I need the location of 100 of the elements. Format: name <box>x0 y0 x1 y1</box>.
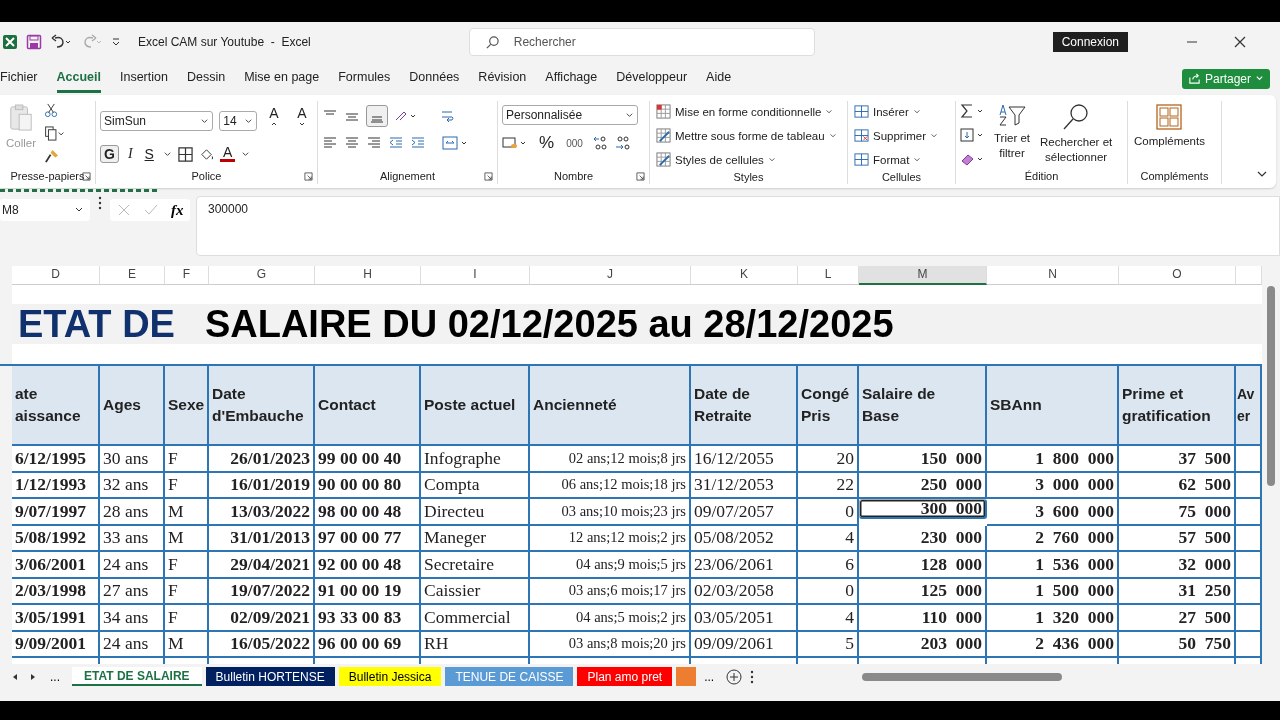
ribbon-tab[interactable]: Développeur <box>616 64 688 93</box>
column-header[interactable]: J <box>530 266 691 285</box>
caret-icon <box>913 155 922 164</box>
table-cell: 300 000 <box>859 499 987 519</box>
dialog-launcher-icon[interactable] <box>636 171 645 181</box>
column-header[interactable]: G <box>209 266 315 285</box>
font-size-dropdown[interactable]: 14 <box>219 111 257 131</box>
column-header[interactable]: H <box>315 266 421 285</box>
name-box[interactable]: M8 <box>0 199 90 221</box>
align-center-icon[interactable] <box>344 135 360 151</box>
dialog-launcher-icon[interactable] <box>82 171 91 181</box>
ribbon-tab[interactable]: Affichage <box>545 64 598 93</box>
caret-icon[interactable] <box>241 149 251 159</box>
sort-filter-button[interactable]: Trier et filtrer <box>992 101 1032 163</box>
caret-icon <box>200 116 210 126</box>
cancel-icon[interactable] <box>116 203 131 217</box>
table-cell: 1 500 000 <box>987 578 1119 605</box>
ribbon-tab[interactable]: Mise en page <box>244 64 320 93</box>
ribbon-tab[interactable]: Révision <box>478 64 527 93</box>
table-cell: 92 00 00 48 <box>315 552 421 579</box>
thousands-separator-button[interactable]: 000 <box>563 137 586 149</box>
scissors-icon[interactable] <box>44 103 60 118</box>
cells-menu-button[interactable]: Insérer <box>852 101 923 122</box>
table-cell: 4 <box>798 525 859 552</box>
check-icon[interactable] <box>143 203 158 217</box>
table-cell: 24 ans <box>100 631 165 658</box>
find-select-button[interactable]: Rechercher et sélectionner <box>1038 101 1115 167</box>
sheet-tab[interactable]: Plan amo pret <box>577 667 673 686</box>
more-sheets-button[interactable]: ... <box>46 669 64 684</box>
save-icon[interactable] <box>26 34 42 50</box>
ribbon-tab[interactable]: Insertion <box>120 64 168 93</box>
font-name-dropdown[interactable]: SimSun <box>100 111 214 131</box>
styles-menu-button[interactable]: Mise en forme conditionnelle <box>654 101 836 122</box>
ribbon-tab[interactable]: Formules <box>338 64 391 93</box>
undo-icon[interactable] <box>50 34 72 50</box>
insert-function-button[interactable]: fx <box>170 201 184 219</box>
increase-indent-icon[interactable] <box>410 135 426 151</box>
table-cell: 26/01/2023 <box>209 446 315 473</box>
table-cell: 4 <box>798 605 859 632</box>
bold-button[interactable]: G <box>100 145 119 163</box>
cells-menu-button[interactable]: Format <box>852 149 924 170</box>
wrap-text-icon[interactable] <box>440 108 456 124</box>
search-field[interactable]: Rechercher <box>468 28 815 56</box>
customize-caret-icon[interactable] <box>110 36 122 48</box>
column-header[interactable]: L <box>798 266 859 285</box>
sheet-tab[interactable] <box>676 667 697 686</box>
column-header[interactable]: O <box>1119 266 1236 285</box>
underline-button[interactable]: S <box>141 146 157 162</box>
styles-menu-button[interactable]: Styles de cellules <box>654 149 778 170</box>
sheet-tab[interactable]: Bulletin Jessica <box>338 667 442 686</box>
dialog-launcher-icon[interactable] <box>304 171 313 181</box>
decrease-indent-icon[interactable] <box>388 135 404 151</box>
caret-icon <box>930 131 939 140</box>
ribbon-tab[interactable]: Dessin <box>186 64 226 93</box>
column-header[interactable]: N <box>987 266 1119 285</box>
add-ins-button[interactable]: Compléments <box>1132 101 1207 149</box>
table-cell: 24 ans <box>100 552 165 579</box>
sheet-tab[interactable]: ETAT DE SALAIRE <box>72 667 202 686</box>
caret-icon[interactable] <box>162 149 172 159</box>
align-left-icon[interactable] <box>322 135 338 151</box>
column-header[interactable]: D <box>12 266 100 285</box>
increase-decimal-icon[interactable] <box>591 135 608 151</box>
number-format-dropdown[interactable]: Personnalisée <box>502 105 638 125</box>
share-button[interactable]: Partager <box>1181 68 1270 89</box>
decrease-decimal-icon[interactable] <box>613 135 630 151</box>
column-header[interactable]: I <box>421 266 530 285</box>
ribbon-tab[interactable]: Fichier <box>0 64 38 93</box>
table-cell: 97 00 00 77 <box>315 525 421 552</box>
column-header: Ancienneté <box>530 366 691 446</box>
sign-in-button[interactable]: Connexion <box>1052 32 1128 52</box>
fill-bucket-icon[interactable] <box>198 146 214 162</box>
add-sheet-icon[interactable] <box>726 668 743 685</box>
ribbon-tab[interactable]: Aide <box>706 64 732 93</box>
sheet-tab[interactable]: Bulletin HORTENSE <box>205 667 335 686</box>
column-header[interactable] <box>1236 266 1262 285</box>
column-header[interactable]: E <box>100 266 165 285</box>
percent-button[interactable]: % <box>536 133 558 153</box>
cells-menu-button[interactable]: Supprimer <box>852 125 941 146</box>
italic-button[interactable]: I <box>124 146 136 162</box>
column-header: Congé Pris <box>798 366 859 446</box>
decrease-font-size-button[interactable]: A <box>290 105 313 137</box>
more-options-icon[interactable] <box>750 669 755 684</box>
format-painter-icon[interactable] <box>44 149 60 164</box>
ribbon-tab[interactable]: Données <box>409 64 460 93</box>
font-color-button[interactable]: A <box>219 146 236 162</box>
close-icon[interactable] <box>1234 36 1246 48</box>
table-cell: Compta <box>421 472 530 499</box>
increase-font-size-button[interactable]: A <box>262 105 285 137</box>
align-bottom-icon[interactable] <box>366 105 388 127</box>
dialog-launcher-icon[interactable] <box>484 171 493 181</box>
table-cell: 03 ans;10 mois;23 jrs <box>530 499 691 526</box>
column-header[interactable]: F <box>165 266 209 285</box>
more-sheets-button[interactable]: ... <box>700 669 719 684</box>
formula-input[interactable]: 300000 <box>196 196 1280 256</box>
more-options-icon[interactable] <box>98 196 102 210</box>
column-header[interactable]: M <box>859 266 987 285</box>
borders-icon[interactable] <box>177 146 193 162</box>
styles-menu-button[interactable]: Mettre sous forme de tableau <box>654 125 839 146</box>
align-right-icon[interactable] <box>366 135 382 151</box>
column-header[interactable]: K <box>691 266 798 285</box>
